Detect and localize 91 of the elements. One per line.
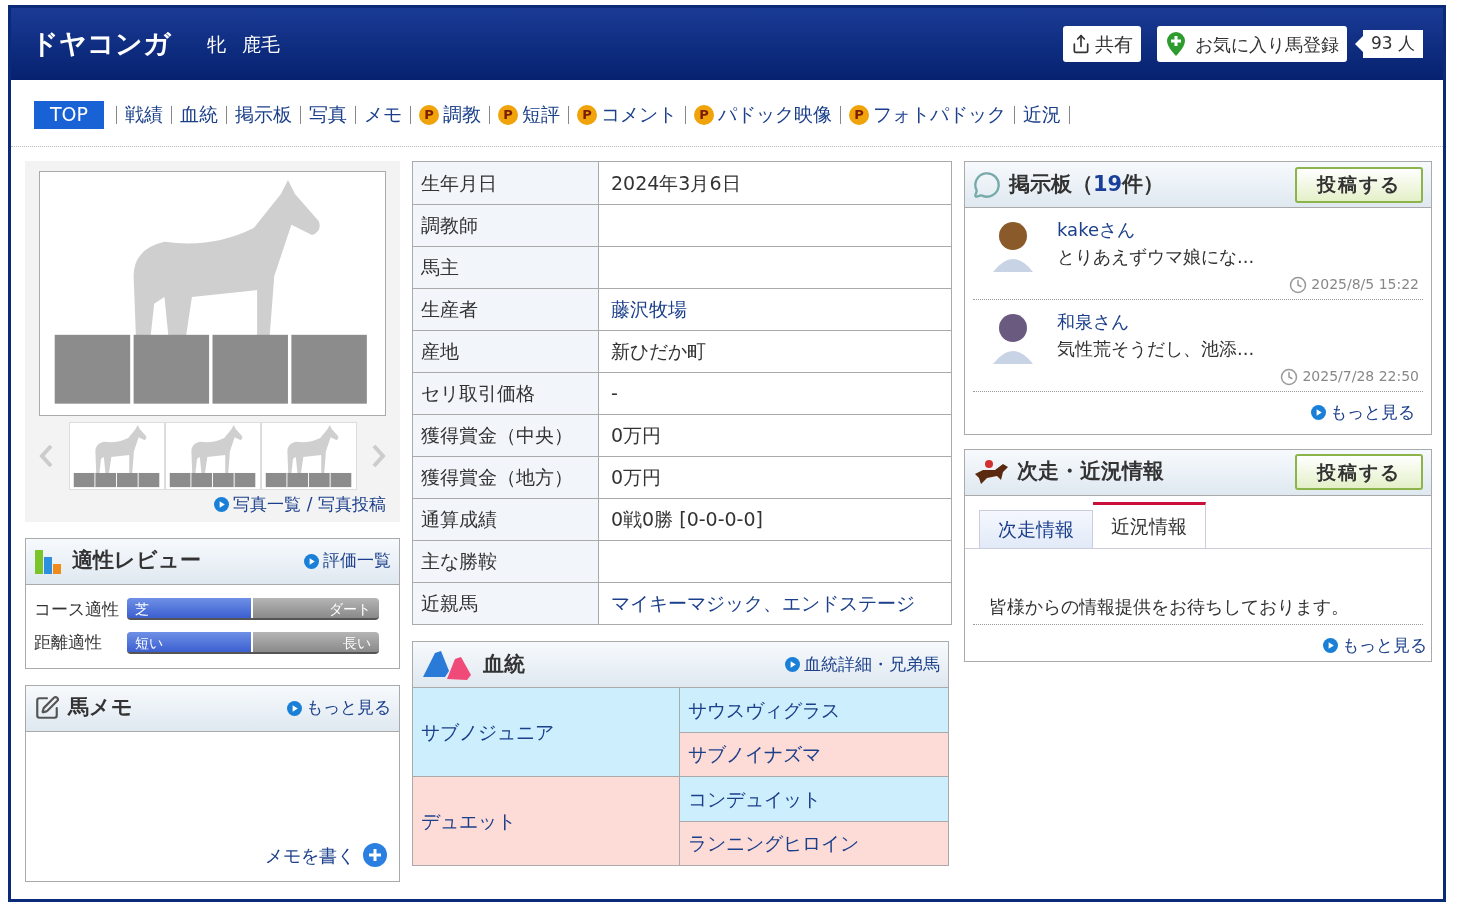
post-time: 2025/7/28 22:50 [1302, 367, 1419, 386]
profile-label: 生年月日 [413, 162, 599, 204]
play-icon [1311, 405, 1326, 421]
pedigree-cell[interactable]: サウスヴィグラス [680, 688, 948, 732]
clock-icon [1280, 367, 1299, 386]
post-text: とりあえずウマ娘にな... [1057, 245, 1256, 269]
news-tab[interactable]: 次走情報 [979, 509, 1093, 548]
nav-tab[interactable]: TOP [34, 100, 105, 129]
nav-tab[interactable]: メモ [360, 100, 407, 129]
panel-title: 掲示板（19件） [1009, 170, 1165, 198]
profile-label: 主な勝鞍 [413, 541, 599, 582]
premium-badge: P [849, 104, 870, 125]
meter-right-label: 長い [343, 633, 371, 652]
panel-title: 適性レビュー [72, 547, 201, 575]
profile-label: 獲得賞金（地方） [413, 457, 599, 498]
profile-link[interactable]: 藤沢牧場 [599, 289, 699, 330]
panel-title: 血統 [483, 650, 525, 678]
nav-tab[interactable]: 写真 [305, 100, 352, 129]
play-icon [304, 553, 319, 569]
profile-label: 馬主 [413, 247, 599, 288]
share-button[interactable]: 共有 [1062, 26, 1141, 62]
nav-tab[interactable]: P コメント [573, 100, 682, 129]
profile-label: 獲得賞金（中央） [413, 415, 599, 456]
bar-chart-icon [34, 548, 64, 574]
speech-bubble-icon [973, 170, 1001, 199]
more-link[interactable]: 写真一覧 / 写真投稿 [214, 492, 386, 518]
nav-tab[interactable]: P パドック映像 [690, 100, 837, 129]
pedigree-cell[interactable]: サブノイナズマ [680, 732, 948, 776]
post-button[interactable]: 投稿する [1295, 166, 1423, 203]
more-link[interactable]: もっと見る [287, 695, 391, 721]
play-icon [287, 700, 302, 716]
nav-tab[interactable]: P フォトパドック [845, 100, 1011, 129]
pedigree-cell[interactable]: サブノジュニア [413, 688, 680, 776]
post-user[interactable]: kakeさん [1057, 216, 1423, 243]
profile-value: 0万円 [610, 465, 663, 491]
profile-label: 産地 [413, 331, 599, 372]
nav-tab[interactable]: P 調教 [415, 100, 486, 129]
nav-tab[interactable]: 戦績 [121, 100, 168, 129]
news-message: 皆様からの情報提供をお待ちしております。 [973, 592, 1423, 625]
aptitude-label: 距離適性 [34, 631, 103, 654]
premium-badge: P [498, 104, 519, 125]
profile-value: 2024年3月6日 [610, 170, 742, 196]
play-icon [1323, 637, 1338, 653]
post-text: 気性荒そうだし、池添... [1057, 337, 1256, 361]
play-icon [785, 657, 800, 672]
aptitude-label: コース適性 [34, 597, 120, 621]
profile-link[interactable]: マイキーマジック、エンドステージ [599, 583, 927, 624]
post-user[interactable]: 和泉さん [1057, 308, 1423, 335]
premium-badge: P [577, 104, 598, 125]
news-tab[interactable]: 近況情報 [1093, 501, 1206, 548]
meter-left-label: 芝 [135, 600, 149, 619]
profile-label: セリ取引価格 [413, 373, 599, 414]
profile-value: 0万円 [610, 423, 663, 449]
premium-badge: P [419, 104, 440, 125]
profile-label: 通算成績 [413, 499, 599, 540]
panel-title: 馬メモ [68, 694, 133, 722]
nav-tab[interactable]: 近況 [1019, 100, 1066, 129]
favorite-button[interactable]: お気に入り馬登録 [1156, 26, 1347, 62]
memo-pencil-icon [34, 695, 60, 721]
pedigree-cell[interactable]: コンデュイット [680, 777, 948, 821]
profile-value: - [610, 381, 619, 407]
horse-coat: 鹿毛 [242, 31, 280, 57]
meter-left-label: 短い [135, 633, 163, 652]
nav-tab[interactable]: 掲示板 [231, 100, 297, 129]
more-link[interactable]: 血統詳細・兄弟馬 [785, 651, 940, 678]
pedigree-cell[interactable]: デュエット [413, 777, 680, 865]
premium-badge: P [694, 104, 715, 125]
horse-sex: 牝 [207, 31, 226, 57]
profile-label: 生産者 [413, 289, 599, 330]
meter-right-label: ダート [329, 600, 371, 619]
nav-tab[interactable]: P 短評 [494, 100, 565, 129]
plus-pin-icon [1164, 31, 1187, 57]
more-link[interactable]: もっと見る [1323, 632, 1427, 658]
profile-label: 調教師 [413, 205, 599, 246]
play-icon [214, 497, 230, 513]
post-time: 2025/8/5 15:22 [1311, 275, 1419, 294]
plus-icon [363, 843, 387, 867]
more-link[interactable]: もっと見る [1311, 400, 1415, 426]
profile-value: 新ひだか町 [610, 339, 707, 365]
write-memo-link[interactable]: メモを書く [265, 841, 387, 869]
pedigree-cell[interactable]: ランニングヒロイン [680, 821, 948, 865]
racehorse-icon [973, 458, 1009, 486]
panel-title: 次走・近況情報 [1017, 458, 1164, 486]
profile-value: 0戦0勝 [0-0-0-0] [610, 507, 764, 533]
clock-icon [1289, 275, 1308, 294]
pointer-icon [1354, 36, 1363, 52]
horse-name: ドヤコンガ [31, 26, 171, 61]
more-link[interactable]: 評価一覧 [304, 548, 391, 574]
nav-tab[interactable]: 血統 [176, 100, 223, 129]
profile-label: 近親馬 [413, 583, 599, 624]
post-button[interactable]: 投稿する [1295, 454, 1423, 490]
